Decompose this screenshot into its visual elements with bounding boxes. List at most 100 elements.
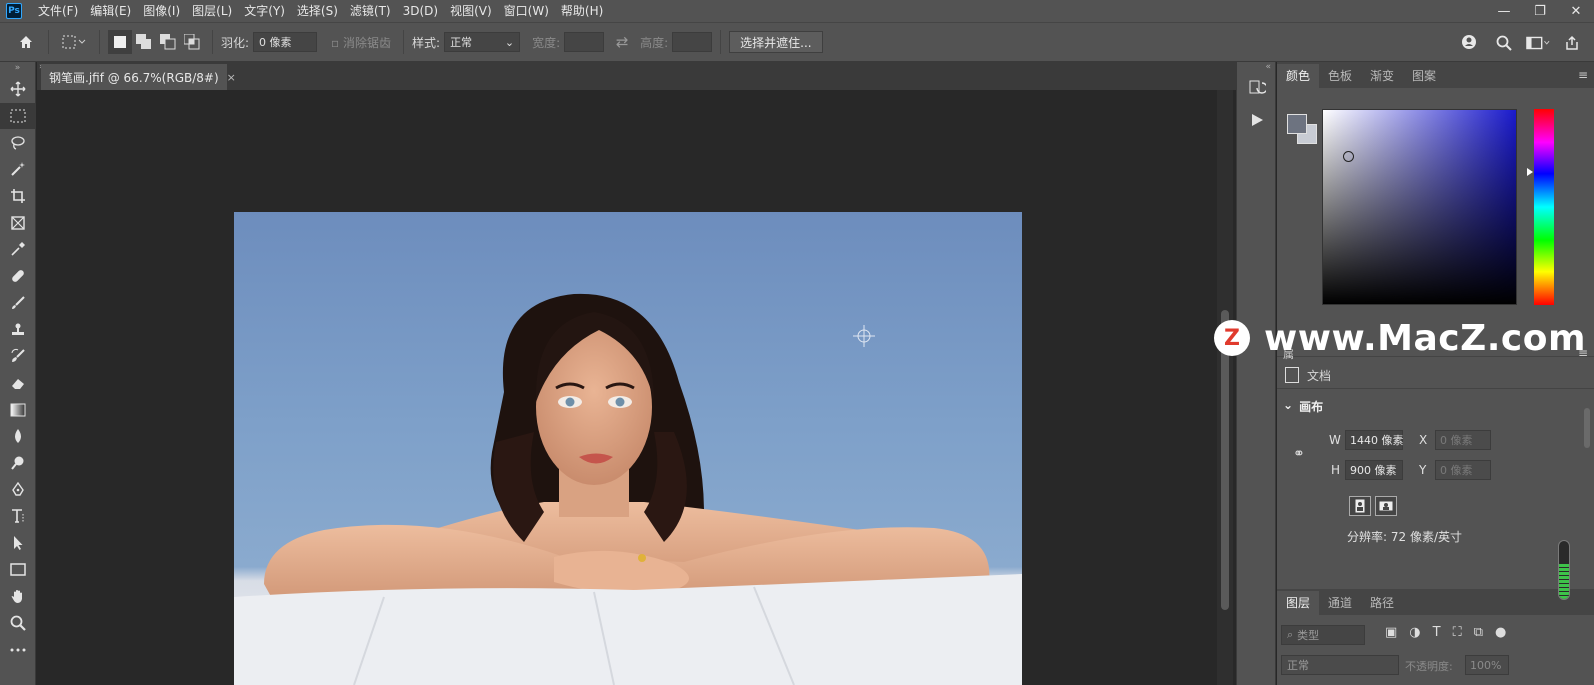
actions-play-icon[interactable] <box>1237 104 1277 136</box>
swap-icon[interactable]: ⇄ <box>604 30 640 54</box>
blur-tool-icon[interactable] <box>0 423 36 450</box>
menu-image[interactable]: 图像(I) <box>137 0 186 22</box>
expand-strip-icon[interactable]: « <box>1237 62 1275 72</box>
zoom-tool-icon[interactable] <box>0 610 36 637</box>
marquee-preset-icon[interactable] <box>57 30 91 54</box>
tab-channels[interactable]: 通道 <box>1319 591 1361 615</box>
path-selection-tool-icon[interactable] <box>0 530 36 557</box>
subtract-selection-icon[interactable] <box>156 30 180 54</box>
portrait-orientation-icon[interactable] <box>1349 496 1371 516</box>
filter-toggle-icon[interactable]: ● <box>1495 625 1506 640</box>
color-picker-cursor[interactable] <box>1343 151 1354 162</box>
style-label: 样式: <box>412 35 441 50</box>
shape-layer-filter-icon[interactable]: ⛶ <box>1453 625 1462 640</box>
eraser-tool-icon[interactable] <box>0 370 36 397</box>
pixel-layer-filter-icon[interactable]: ▣ <box>1385 625 1397 640</box>
adjustment-layer-filter-icon[interactable]: ◑ <box>1409 625 1420 640</box>
minimize-icon[interactable]: — <box>1486 0 1522 22</box>
menu-edit[interactable]: 编辑(E) <box>84 0 137 22</box>
link-dimensions-icon[interactable]: ⚭ <box>1293 446 1305 462</box>
smart-object-filter-icon[interactable]: ⧉ <box>1474 625 1483 640</box>
chevron-down-icon: ⌄ <box>1283 398 1294 412</box>
dodge-tool-icon[interactable] <box>0 450 36 477</box>
document-tab[interactable]: 钢笔画.jfif @ 66.7%(RGB/8#) × <box>41 64 236 90</box>
eyedropper-tool-icon[interactable] <box>0 236 36 263</box>
select-and-mask-button[interactable]: 选择并遮住... <box>729 31 823 53</box>
brush-tool-icon[interactable] <box>0 290 36 317</box>
tab-swatches[interactable]: 色板 <box>1319 64 1361 88</box>
crop-tool-icon[interactable] <box>0 183 36 210</box>
workspace-icon[interactable] <box>1526 31 1550 55</box>
width-input[interactable] <box>564 32 605 52</box>
tab-paths[interactable]: 路径 <box>1361 591 1403 615</box>
menu-file[interactable]: 文件(F) <box>32 0 84 22</box>
restore-icon[interactable]: ❐ <box>1522 0 1558 22</box>
more-tools-icon[interactable] <box>0 636 36 663</box>
menu-type[interactable]: 文字(Y) <box>238 0 291 22</box>
separator <box>48 30 49 54</box>
menu-help[interactable]: 帮助(H) <box>555 0 609 22</box>
canvas-x-input[interactable]: 0 像素 <box>1435 430 1491 450</box>
properties-scrollbar[interactable] <box>1582 358 1592 588</box>
canvas-width-input[interactable]: 1440 像素 <box>1345 430 1404 450</box>
tab-layers[interactable]: 图层 <box>1277 591 1320 615</box>
style-select[interactable]: 正常 ⌄ <box>444 32 521 52</box>
tab-color[interactable]: 颜色 <box>1277 64 1320 88</box>
search-icon[interactable] <box>1492 31 1516 55</box>
feather-input[interactable]: 0 像素 <box>253 32 318 52</box>
rectangular-marquee-tool-icon[interactable] <box>0 102 36 130</box>
menu-select[interactable]: 选择(S) <box>291 0 344 22</box>
menu-layer[interactable]: 图层(L) <box>186 0 238 22</box>
layer-filter-icons: ▣ ◑ T ⛶ ⧉ ● <box>1385 625 1506 640</box>
home-icon[interactable] <box>12 30 40 54</box>
clone-stamp-tool-icon[interactable] <box>0 316 36 343</box>
hue-slider[interactable] <box>1534 109 1554 305</box>
magic-wand-tool-icon[interactable] <box>0 156 36 183</box>
document-image[interactable] <box>234 212 1022 685</box>
add-selection-icon[interactable] <box>132 30 156 54</box>
blend-mode-select[interactable]: 正常 <box>1281 655 1399 675</box>
opacity-input[interactable]: 100% <box>1465 655 1509 675</box>
canvas-y-input[interactable]: 0 像素 <box>1435 460 1491 480</box>
menu-filter[interactable]: 滤镜(T) <box>344 0 397 22</box>
type-tool-icon[interactable] <box>0 503 36 530</box>
antialias-checkbox[interactable]: ▫ 消除锯齿 <box>331 34 391 51</box>
tab-patterns[interactable]: 图案 <box>1403 64 1445 88</box>
close-tab-icon[interactable]: × <box>227 71 236 84</box>
hand-tool-icon[interactable] <box>0 583 36 610</box>
pen-tool-icon[interactable] <box>0 476 36 503</box>
type-layer-filter-icon[interactable]: T <box>1433 625 1441 640</box>
healing-brush-tool-icon[interactable] <box>0 263 36 290</box>
foreground-color-swatch[interactable] <box>1287 114 1307 134</box>
history-brush-tool-icon[interactable] <box>0 343 36 370</box>
export-icon[interactable] <box>1560 31 1584 55</box>
tab-gradients[interactable]: 渐变 <box>1361 64 1403 88</box>
new-selection-icon[interactable] <box>108 30 132 54</box>
antialias-label: 消除锯齿 <box>343 35 392 50</box>
frame-tool-icon[interactable] <box>0 209 36 236</box>
document-icon <box>1285 367 1299 383</box>
canvas-vertical-scrollbar[interactable] <box>1217 90 1233 685</box>
menu-window[interactable]: 窗口(W) <box>498 0 555 22</box>
gradient-tool-icon[interactable] <box>0 396 36 423</box>
canvas-section-header[interactable]: ⌄ 画布 <box>1283 398 1323 415</box>
height-input[interactable] <box>672 32 713 52</box>
menu-3d[interactable]: 3D(D) <box>397 0 444 22</box>
window-controls: — ❐ ✕ <box>1486 0 1594 22</box>
landscape-orientation-icon[interactable] <box>1375 496 1397 516</box>
width-label: 宽度: <box>532 35 561 50</box>
intersect-selection-icon[interactable] <box>180 30 204 54</box>
history-panel-icon[interactable] <box>1237 72 1277 104</box>
canvas-height-input[interactable]: 900 像素 <box>1345 460 1403 480</box>
color-picker-field[interactable] <box>1322 109 1517 305</box>
rectangle-tool-icon[interactable] <box>0 556 36 583</box>
menu-view[interactable]: 视图(V) <box>444 0 498 22</box>
close-icon[interactable]: ✕ <box>1558 0 1594 22</box>
lasso-tool-icon[interactable] <box>0 129 36 156</box>
layer-filter-select[interactable]: ⌕ 类型 <box>1281 625 1365 645</box>
hue-slider-handle[interactable] <box>1527 168 1533 176</box>
move-tool-icon[interactable] <box>0 76 36 103</box>
share-user-icon[interactable] <box>1458 31 1482 55</box>
panel-menu-icon[interactable]: ≡ <box>1578 68 1588 82</box>
collapse-toolbar-icon[interactable]: » <box>0 62 35 76</box>
